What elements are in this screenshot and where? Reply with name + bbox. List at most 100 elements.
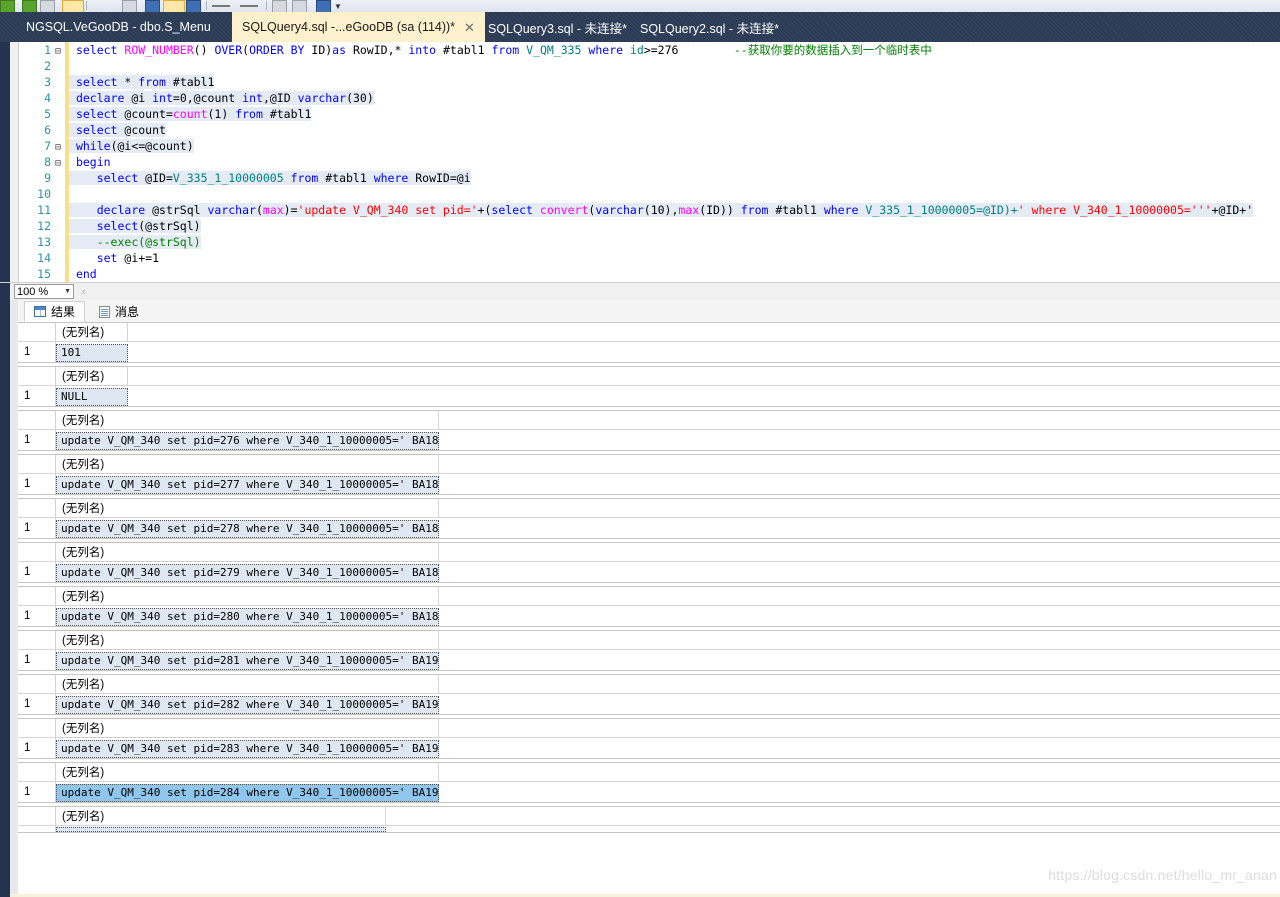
table-row[interactable]: 1 update V_QM_340 set pid=276 where V_340… (18, 430, 1280, 450)
tab-sqlquery2[interactable]: SQLQuery2.sql - 未连接* (630, 12, 789, 42)
code-line[interactable]: 6 select @count (19, 122, 1280, 138)
comment-icon[interactable] (212, 5, 230, 9)
results-tab-bar[interactable]: 结果 消息 (18, 300, 1280, 323)
code-line[interactable]: 15 end (19, 266, 1280, 282)
grid-select-all-corner[interactable] (18, 587, 56, 605)
result-grid[interactable]: (无列名) 1 update V_QM_340 set pid=276 where … (18, 410, 1280, 451)
grid-row-number[interactable]: 1 (18, 474, 56, 494)
grid-cell[interactable]: update V_QM_340 set pid=277 where V_340_… (56, 475, 439, 494)
result-grid[interactable]: (无列名) 1 101 (18, 322, 1280, 363)
code-line[interactable]: 9 select @ID=V_335_1_10000005 from #tabl… (19, 170, 1280, 186)
grid-cell[interactable]: update V_QM_340 set pid=281 where V_340_… (56, 651, 439, 670)
grid-select-all-corner[interactable] (18, 455, 56, 473)
table-row[interactable]: 1 update V_QM_340 set pid=283 where V_340… (18, 738, 1280, 758)
code-text-area[interactable]: 1 ⊟ select ROW_NUMBER() OVER(ORDER BY ID)… (19, 42, 1280, 282)
result-grid[interactable]: (无列名) 1 update V_QM_340 set pid=279 where … (18, 542, 1280, 583)
code-line[interactable]: 13 --exec(@strSql) (19, 234, 1280, 250)
table-row[interactable]: 1 update V_QM_340 set pid=280 where V_340… (18, 606, 1280, 626)
table-row[interactable]: 1 101 (18, 342, 1280, 362)
grid-row-number[interactable]: 1 (18, 386, 56, 406)
grid-row-number[interactable]: 1 (18, 518, 56, 538)
grid-row-number[interactable]: 1 (18, 342, 56, 362)
result-grid[interactable]: (无列名) 1 update V_QM_340 set pid=280 where … (18, 586, 1280, 627)
grid-column-header[interactable]: (无列名) (56, 367, 128, 385)
code-line[interactable]: 7 ⊟ while(@i<=@count) (19, 138, 1280, 154)
code-line[interactable]: 4 declare @i int=0,@count int,@ID varcha… (19, 90, 1280, 106)
grid-column-header[interactable]: (无列名) (56, 499, 439, 517)
grid-row-number[interactable]: 1 (18, 694, 56, 714)
grid-column-header[interactable]: (无列名) (56, 675, 439, 693)
grid-column-header[interactable]: (无列名) (56, 587, 439, 605)
grid-column-header[interactable]: (无列名) (56, 323, 128, 341)
result-grids[interactable]: (无列名) 1 101 (无列名) 1 NULL (无列名) 1 update V_QM_340… (18, 322, 1280, 897)
tab-sqlquery4[interactable]: SQLQuery4.sql -...eGooDB (sa (114))* ✕ (232, 12, 485, 42)
code-line[interactable]: 2 (19, 58, 1280, 74)
tab-sqlquery3[interactable]: SQLQuery3.sql - 未连接* (478, 12, 637, 42)
result-grid[interactable]: (无列名) 1 update V_QM_340 set pid=277 where … (18, 454, 1280, 495)
grid-column-header[interactable]: (无列名) (56, 807, 386, 825)
grid-select-all-corner[interactable] (18, 807, 56, 825)
grid-cell[interactable]: update V_QM_340 set pid=283 where V_340_… (56, 739, 439, 758)
grid-select-all-corner[interactable] (18, 499, 56, 517)
code-line[interactable]: 1 ⊟ select ROW_NUMBER() OVER(ORDER BY ID)… (19, 42, 1280, 58)
table-row[interactable]: 1 update V_QM_340 set pid=282 where V_340… (18, 694, 1280, 714)
code-line[interactable]: 3 select * from #tabl1 (19, 74, 1280, 90)
grid-cell[interactable]: update V_QM_340 set pid=282 where V_340_… (56, 695, 439, 714)
table-row[interactable]: 1 update V_QM_340 set pid=284 where V_340… (18, 782, 1280, 802)
grid-cell[interactable]: 101 (56, 343, 128, 362)
grid-column-header[interactable]: (无列名) (56, 455, 439, 473)
grid-select-all-corner[interactable] (18, 367, 56, 385)
chevron-down-icon[interactable]: ▼ (334, 2, 342, 11)
code-line[interactable]: 14 set @i+=1 (19, 250, 1280, 266)
grid-column-header[interactable]: (无列名) (56, 719, 439, 737)
grid-row-number[interactable]: 1 (18, 430, 56, 450)
table-row[interactable]: 1 NULL (18, 386, 1280, 406)
table-row[interactable]: 1 update V_QM_340 set pid=277 where V_340… (18, 474, 1280, 494)
zoom-level-select[interactable]: 100 % ▼ (14, 284, 74, 299)
grid-column-header[interactable]: (无列名) (56, 411, 439, 429)
grid-select-all-corner[interactable] (18, 543, 56, 561)
result-grid[interactable]: (无列名) 1 update V_QM_340 set pid=278 where … (18, 498, 1280, 539)
table-row[interactable]: 1 update V_QM_340 set pid=279 where V_340… (18, 562, 1280, 582)
uncomment-icon[interactable] (240, 5, 258, 9)
grid-cell[interactable]: update V_QM_340 set pid=280 where V_340_… (56, 607, 439, 626)
grid-select-all-corner[interactable] (18, 411, 56, 429)
table-row[interactable]: 1 update V_QM_340 set pid=281 where V_340… (18, 650, 1280, 670)
grid-select-all-corner[interactable] (18, 675, 56, 693)
result-grid[interactable]: (无列名) 1 NULL (18, 366, 1280, 407)
grid-cell[interactable]: update V_QM_340 set pid=276 where V_340_… (56, 431, 439, 450)
code-line[interactable]: 12 select(@strSql) (19, 218, 1280, 234)
grid-cell[interactable]: update V_QM_340 set pid=279 where V_340_… (56, 563, 439, 582)
code-line[interactable]: 10 (19, 186, 1280, 202)
scroll-left-icon[interactable]: ‹ (82, 286, 86, 298)
grid-row-number[interactable]: 1 (18, 562, 56, 582)
code-line[interactable]: 11 declare @strSql varchar(max)='update … (19, 202, 1280, 218)
code-line[interactable]: 5 select @count=count(1) from #tabl1 (19, 106, 1280, 122)
grid-select-all-corner[interactable] (18, 631, 56, 649)
tab-messages[interactable]: 消息 (90, 301, 148, 322)
tab-ngsql-vegoodb[interactable]: NGSQL.VeGooDB - dbo.S_Menu (16, 12, 221, 42)
result-grid[interactable]: (无列名) 1 update V_QM_340 set pid=284 where … (18, 762, 1280, 803)
result-grid[interactable]: (无列名) 1 update V_QM_340 set pid=282 where … (18, 674, 1280, 715)
grid-row-number[interactable]: 1 (18, 738, 56, 758)
result-grid[interactable]: (无列名) 1 update V_QM_340 set pid=281 where … (18, 630, 1280, 671)
grid-column-header[interactable]: (无列名) (56, 631, 439, 649)
close-icon[interactable]: ✕ (464, 21, 475, 34)
table-row[interactable]: 1 update V_QM_340 set pid=278 where V_340… (18, 518, 1280, 538)
grid-cell[interactable]: update V_QM_340 set pid=278 where V_340_… (56, 519, 439, 538)
grid-select-all-corner[interactable] (18, 323, 56, 341)
tab-results[interactable]: 结果 (24, 301, 86, 322)
table-row-partial[interactable] (18, 826, 1280, 832)
result-grid[interactable]: (无列名) 1 update V_QM_340 set pid=283 where … (18, 718, 1280, 759)
grid-cell[interactable]: NULL (56, 387, 128, 406)
grid-row-number[interactable]: 1 (18, 782, 56, 802)
grid-row-number[interactable]: 1 (18, 606, 56, 626)
chevron-down-icon[interactable]: ▼ (64, 288, 71, 295)
document-tabs[interactable]: NGSQL.VeGooDB - dbo.S_Menu SQLQuery4.sql… (0, 12, 1280, 42)
grid-cell[interactable] (56, 827, 386, 832)
grid-select-all-corner[interactable] (18, 763, 56, 781)
result-grid[interactable]: (无列名) (18, 806, 1280, 833)
grid-column-header[interactable]: (无列名) (56, 763, 439, 781)
grid-column-header[interactable]: (无列名) (56, 543, 439, 561)
grid-cell[interactable]: update V_QM_340 set pid=284 where V_340_… (56, 783, 439, 802)
